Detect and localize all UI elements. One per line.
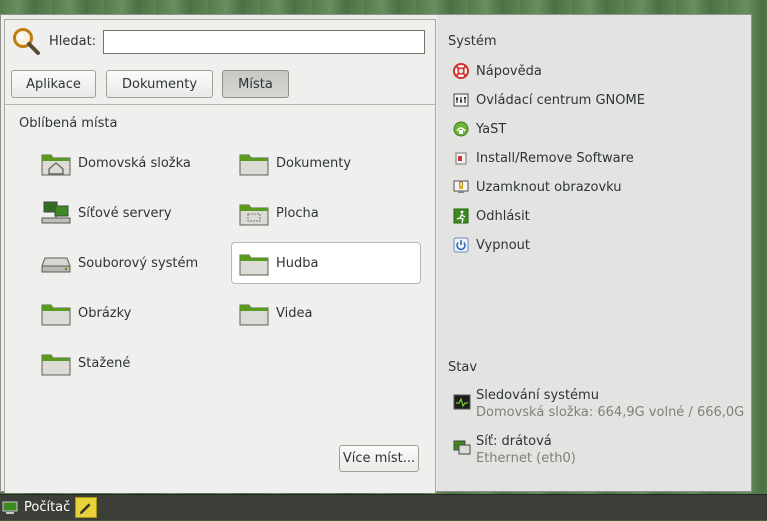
control-center-icon	[453, 93, 469, 107]
network-wired-icon	[453, 440, 471, 455]
power-icon	[453, 237, 469, 253]
place-label: Domovská složka	[78, 155, 191, 171]
system-item-help[interactable]: Nápověda	[453, 61, 542, 81]
places-title: Oblíbená místa	[19, 116, 118, 131]
place-label: Hudba	[276, 255, 319, 271]
status-title: Stav	[448, 360, 478, 375]
computer-menu-button[interactable]: Počítač	[2, 497, 70, 518]
tab-aplikace[interactable]: Aplikace	[11, 70, 96, 98]
system-item-label: Nápověda	[476, 63, 542, 79]
folder-icon	[41, 304, 71, 326]
place-documents[interactable]: Dokumenty	[231, 142, 421, 184]
tab-dokumenty[interactable]: Dokumenty	[106, 70, 213, 98]
tab-label: Místa	[238, 76, 273, 92]
search-input[interactable]	[103, 30, 425, 54]
drive-icon	[41, 257, 71, 273]
folder-icon	[239, 304, 269, 326]
tab-label: Dokumenty	[121, 76, 198, 92]
right-pane: Systém Nápověda Ovládací centrum GNOME Y…	[437, 15, 751, 491]
place-label: Stažené	[78, 355, 131, 371]
system-item-label: Vypnout	[476, 237, 531, 253]
place-filesystem[interactable]: Souborový systém	[33, 242, 223, 284]
place-downloads[interactable]: Stažené	[33, 342, 223, 384]
system-item-label: Ovládací centrum GNOME	[476, 92, 645, 108]
system-item-label: YaST	[476, 121, 507, 137]
system-item-logout[interactable]: Odhlásit	[453, 206, 530, 226]
place-label: Videa	[276, 305, 313, 321]
more-places-button[interactable]: Více míst...	[339, 445, 419, 472]
folder-icon	[239, 254, 269, 276]
place-home-folder[interactable]: Domovská složka	[33, 142, 223, 184]
network-servers-icon	[41, 201, 71, 224]
main-menu-window: Hledat: Aplikace Dokumenty Místa Oblíben…	[0, 14, 752, 493]
system-item-label: Uzamknout obrazovku	[476, 179, 622, 195]
pencil-icon	[79, 503, 91, 515]
tab-mista[interactable]: Místa	[222, 70, 289, 98]
place-desktop[interactable]: Plocha	[231, 192, 421, 234]
system-item-lock-screen[interactable]: Uzamknout obrazovku	[453, 177, 622, 197]
tab-label: Aplikace	[26, 76, 81, 92]
logout-icon	[453, 208, 469, 224]
help-lifebuoy-icon	[453, 63, 469, 79]
left-pane: Hledat: Aplikace Dokumenty Místa Oblíben…	[4, 19, 436, 493]
search-row: Hledat:	[11, 26, 431, 56]
desktop-folder-icon	[239, 204, 269, 226]
status-monitor-label: Sledování systému	[476, 388, 599, 403]
status-network[interactable]: Síť: drátová Ethernet (eth0)	[453, 434, 749, 470]
status-network-label: Síť: drátová	[476, 434, 552, 449]
yast-icon	[453, 121, 469, 137]
place-label: Obrázky	[78, 305, 132, 321]
lock-screen-icon	[453, 180, 469, 193]
sticky-notes-icon[interactable]	[75, 497, 97, 518]
computer-label: Počítač	[24, 500, 71, 515]
system-item-software[interactable]: Install/Remove Software	[453, 148, 634, 168]
status-monitor-detail: Domovská složka: 664,9G volné / 666,0G	[476, 405, 745, 420]
place-label: Plocha	[276, 205, 319, 221]
more-places-label: Více míst...	[342, 451, 416, 466]
taskbar: Počítač	[0, 494, 767, 520]
place-pictures[interactable]: Obrázky	[33, 292, 223, 334]
system-monitor-icon	[453, 394, 471, 410]
system-item-label: Install/Remove Software	[476, 150, 634, 166]
system-item-control-center[interactable]: Ovládací centrum GNOME	[453, 90, 645, 110]
software-install-icon	[455, 152, 467, 165]
system-item-yast[interactable]: YaST	[453, 119, 506, 139]
places-panel: Oblíbená místa Domovská složka Dokumenty	[5, 104, 435, 493]
folder-icon	[41, 354, 71, 376]
home-folder-icon	[41, 154, 71, 176]
status-system-monitor[interactable]: Sledování systému Domovská složka: 664,9…	[453, 388, 749, 424]
place-label: Souborový systém	[78, 255, 199, 271]
place-music[interactable]: Hudba	[231, 242, 421, 284]
computer-icon	[2, 501, 18, 514]
place-label: Dokumenty	[276, 155, 352, 171]
system-item-label: Odhlásit	[476, 208, 530, 224]
search-label: Hledat:	[49, 34, 97, 49]
place-label: Síťové servery	[78, 205, 172, 221]
place-videos[interactable]: Videa	[231, 292, 421, 334]
status-network-detail: Ethernet (eth0)	[476, 451, 576, 466]
place-network-servers[interactable]: Síťové servery	[33, 192, 223, 234]
folder-icon	[239, 154, 269, 176]
system-title: Systém	[448, 34, 497, 49]
search-icon	[13, 28, 40, 55]
system-item-shutdown[interactable]: Vypnout	[453, 235, 530, 255]
